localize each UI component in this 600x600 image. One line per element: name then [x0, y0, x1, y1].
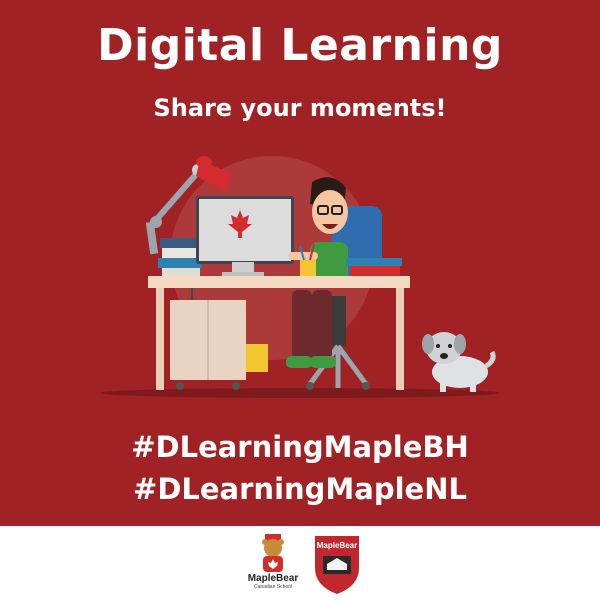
hashtag-bh: #DLearningMapleBH	[131, 430, 469, 464]
poster: Digital Learning Share your moments! #DL…	[0, 0, 600, 600]
page-title: Digital Learning	[97, 20, 503, 71]
logo1-subtitle: Canadian School	[253, 584, 293, 590]
page-subtitle: Share your moments!	[153, 94, 447, 122]
hashtag-nl: #DLearningMapleNL	[133, 472, 467, 506]
maplebear-shield-logo: MapleBear	[315, 536, 359, 594]
desk-books	[346, 258, 402, 266]
maplebear-canadian-school-logo: MapleBear Canadian School	[238, 532, 308, 596]
computer-monitor-icon	[196, 196, 294, 276]
dog-icon	[422, 332, 496, 392]
logo1-name: MapleBear	[247, 573, 299, 584]
study-illustration	[100, 156, 500, 398]
book-stack-icon	[158, 238, 202, 278]
logo2-name: MapleBear	[317, 541, 357, 550]
bear-mascot-icon	[262, 534, 284, 572]
footer: MapleBear Canadian School MapleBear	[0, 526, 600, 600]
